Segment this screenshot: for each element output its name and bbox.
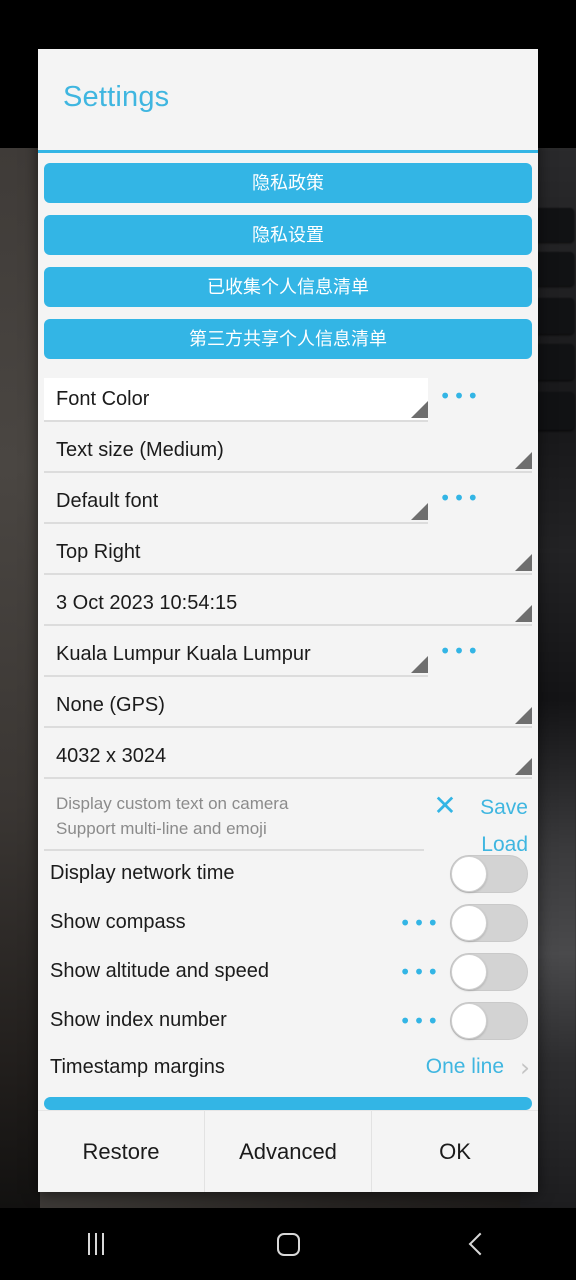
setting-row-location: Kuala Lumpur Kuala Lumpur •••	[38, 626, 538, 677]
resolution-value: 4032 x 3024	[56, 744, 167, 767]
spinner-arrow-icon	[411, 503, 428, 520]
setting-row-font-color: Font Color •••	[38, 371, 538, 422]
switch-knob	[451, 855, 487, 892]
timestamp-margins-value[interactable]: One line	[426, 1055, 504, 1079]
dialog-header: Settings	[38, 49, 538, 150]
font-color-overflow-icon[interactable]: •••	[428, 386, 492, 422]
advanced-button[interactable]: Advanced	[205, 1111, 372, 1192]
custom-text-placeholder-line1: Display custom text on camera	[56, 794, 289, 813]
clear-icon[interactable]: ✕	[424, 789, 466, 823]
font-family-value: Default font	[56, 489, 159, 512]
compass-switch[interactable]	[450, 903, 528, 942]
switch-knob	[451, 953, 487, 990]
android-navigation-bar	[0, 1208, 576, 1280]
font-color-spinner[interactable]: Font Color	[44, 378, 428, 422]
location-spinner[interactable]: Kuala Lumpur Kuala Lumpur	[44, 633, 428, 677]
spinner-arrow-icon	[515, 554, 532, 571]
custom-text-input[interactable]: Display custom text on camera Support mu…	[44, 789, 424, 851]
scroll-indicator[interactable]	[44, 1097, 532, 1110]
timestamp-margins-label: Timestamp margins	[50, 1055, 225, 1078]
resolution-spinner[interactable]: 4032 x 3024	[44, 735, 532, 779]
backdrop-left-edge	[0, 148, 40, 1208]
compass-overflow-icon[interactable]: •••	[390, 913, 450, 933]
spinner-arrow-icon	[515, 707, 532, 724]
altitude-speed-label: Show altitude and speed	[50, 960, 270, 982]
setting-row-font-family: Default font •••	[38, 473, 538, 524]
datetime-spinner[interactable]: 3 Oct 2023 10:54:15	[44, 582, 532, 626]
position-spinner[interactable]: Top Right	[44, 531, 532, 575]
spinner-arrow-icon	[411, 401, 428, 418]
recents-icon	[88, 1233, 104, 1255]
custom-text-row: Display custom text on camera Support mu…	[38, 779, 538, 856]
network-time-label: Display network time	[50, 862, 235, 884]
spinner-arrow-icon	[515, 605, 532, 622]
custom-text-placeholder-line2: Support multi-line and emoji	[56, 819, 267, 838]
save-load-group: Save Load	[466, 789, 530, 863]
position-value: Top Right	[56, 540, 141, 563]
setting-row-text-size: Text size (Medium)	[38, 422, 538, 473]
setting-row-timestamp-margins[interactable]: Timestamp margins One line ›	[38, 1045, 538, 1089]
back-icon	[468, 1232, 492, 1256]
save-button[interactable]: Save	[466, 789, 528, 826]
text-size-value: Text size (Medium)	[56, 438, 224, 461]
compass-label: Show compass	[50, 911, 186, 933]
page-title: Settings	[63, 81, 170, 113]
font-family-spinner[interactable]: Default font	[44, 480, 428, 524]
nav-recents-button[interactable]	[0, 1208, 192, 1280]
index-number-label: Show index number	[50, 1009, 227, 1031]
font-family-overflow-icon[interactable]: •••	[428, 488, 492, 524]
nav-back-button[interactable]	[384, 1208, 576, 1280]
setting-row-altitude-speed: Show altitude and speed •••	[38, 947, 538, 996]
setting-row-compass: Show compass •••	[38, 898, 538, 947]
settings-dialog: Settings 隐私政策 隐私设置 已收集个人信息清单 第三方共享个人信息清单…	[38, 49, 538, 1192]
altitude-speed-overflow-icon[interactable]: •••	[390, 962, 450, 982]
spinner-arrow-icon	[515, 758, 532, 775]
altitude-speed-switch[interactable]	[450, 952, 528, 991]
setting-row-position: Top Right	[38, 524, 538, 575]
setting-row-datetime: 3 Oct 2023 10:54:15	[38, 575, 538, 626]
location-value: Kuala Lumpur Kuala Lumpur	[56, 642, 311, 665]
chevron-right-icon: ›	[520, 1052, 530, 1082]
text-size-spinner[interactable]: Text size (Medium)	[44, 429, 532, 473]
ok-button[interactable]: OK	[372, 1111, 538, 1192]
nav-home-button[interactable]	[192, 1208, 384, 1280]
index-number-switch[interactable]	[450, 1001, 528, 1040]
network-time-switch[interactable]	[450, 854, 528, 893]
setting-row-network-time: Display network time	[38, 849, 538, 898]
font-color-value: Font Color	[56, 387, 150, 410]
setting-row-coordinates: None (GPS)	[38, 677, 538, 728]
settings-scroll-area[interactable]: 隐私政策 隐私设置 已收集个人信息清单 第三方共享个人信息清单 Font Col…	[38, 153, 538, 1097]
switch-knob	[451, 904, 487, 941]
collected-info-list-button[interactable]: 已收集个人信息清单	[44, 267, 532, 307]
datetime-value: 3 Oct 2023 10:54:15	[56, 591, 238, 614]
location-overflow-icon[interactable]: •••	[428, 641, 492, 677]
dialog-button-bar: Restore Advanced OK	[38, 1110, 538, 1192]
third-party-info-button[interactable]: 第三方共享个人信息清单	[44, 319, 532, 359]
setting-row-resolution: 4032 x 3024	[38, 728, 538, 779]
coordinates-spinner[interactable]: None (GPS)	[44, 684, 532, 728]
setting-row-index-number: Show index number •••	[38, 996, 538, 1045]
spinner-arrow-icon	[515, 452, 532, 469]
privacy-policy-button[interactable]: 隐私政策	[44, 163, 532, 203]
index-number-overflow-icon[interactable]: •••	[390, 1011, 450, 1031]
privacy-settings-button[interactable]: 隐私设置	[44, 215, 532, 255]
spinner-arrow-icon	[411, 656, 428, 673]
coordinates-value: None (GPS)	[56, 693, 165, 716]
restore-button[interactable]: Restore	[38, 1111, 205, 1192]
switch-knob	[451, 1002, 487, 1039]
home-icon	[276, 1232, 300, 1256]
